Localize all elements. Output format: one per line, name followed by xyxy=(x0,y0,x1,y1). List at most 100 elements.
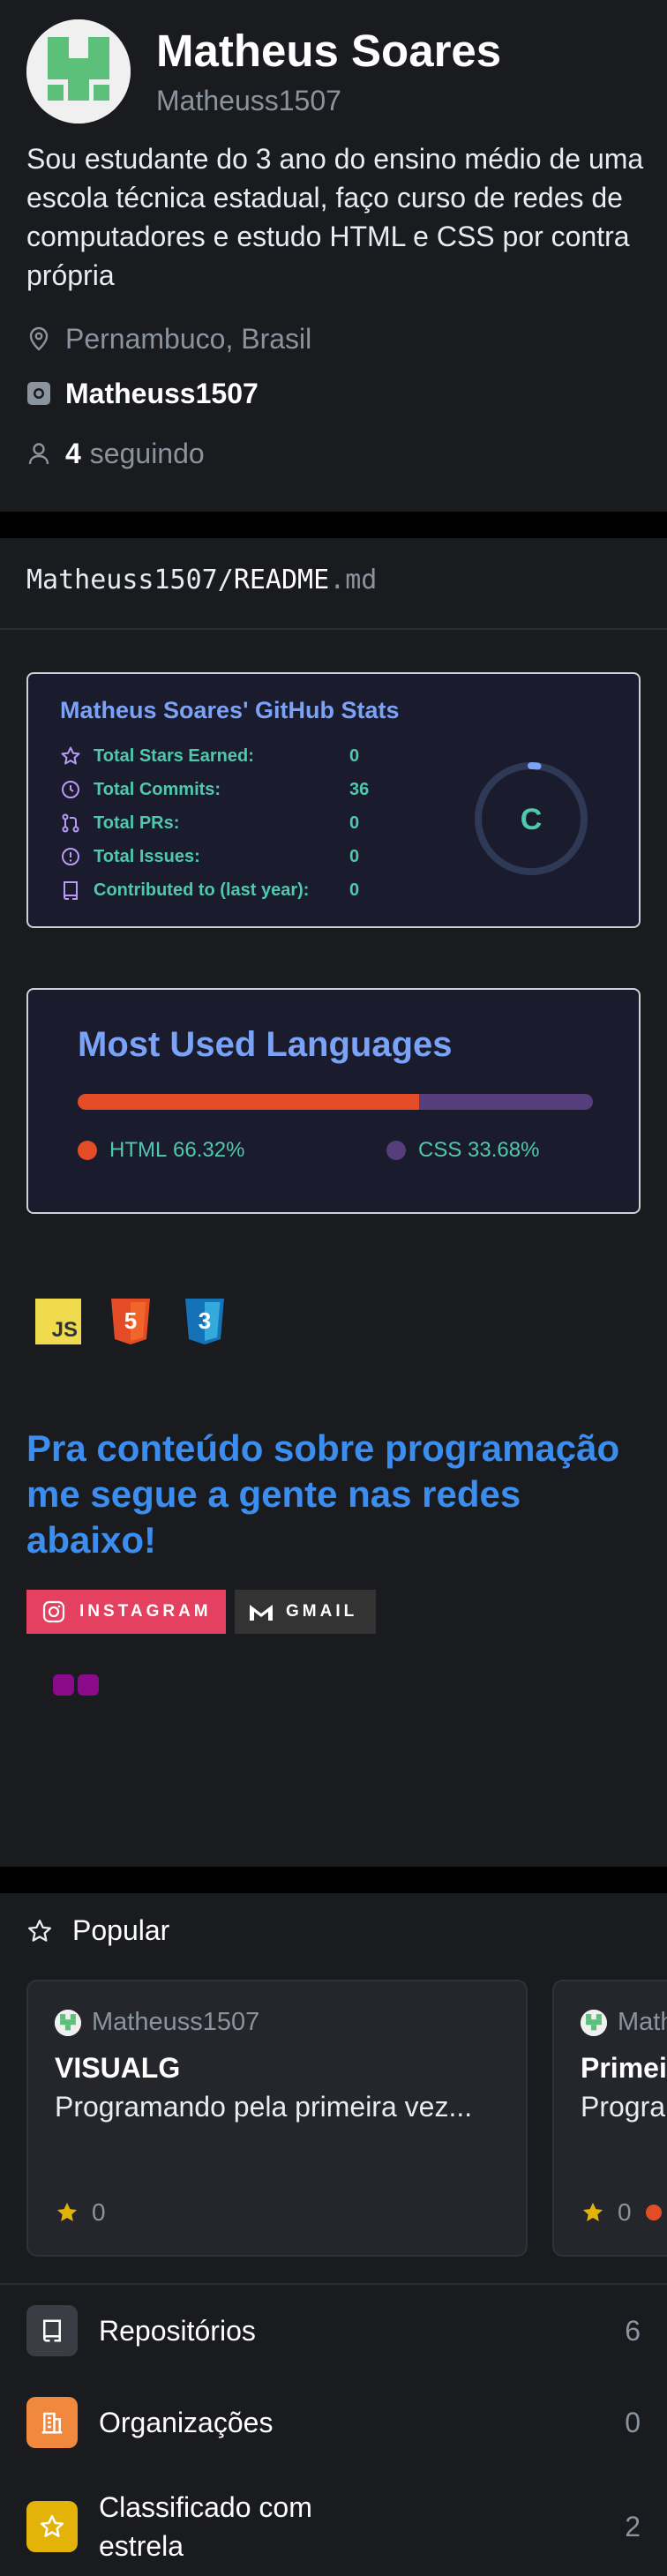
social-row[interactable]: Matheuss1507 xyxy=(26,374,259,413)
nav-label: Organizações xyxy=(99,2407,274,2438)
readme-filename: README xyxy=(233,565,330,595)
badge-label: GMAIL xyxy=(286,1602,358,1621)
gmail-icon xyxy=(250,1605,273,1621)
social-link[interactable]: Matheuss1507 xyxy=(65,378,259,410)
popular-repo-card[interactable]: Matheuss1507 Primeiro Programando 0 xyxy=(552,1980,667,2257)
following-row[interactable]: 4 seguindo xyxy=(26,434,205,473)
instagram-badge[interactable]: INSTAGRAM xyxy=(26,1590,226,1634)
readme-owner: Matheuss1507/ xyxy=(26,565,234,595)
languages-title: Most Used Languages xyxy=(78,1025,453,1064)
language-percent: 66.32% xyxy=(173,1138,245,1162)
star-icon xyxy=(26,2501,78,2552)
stat-label: Total Issues: xyxy=(94,846,200,866)
stat-label: Total Stars Earned: xyxy=(94,745,254,766)
gmail-badge[interactable]: GMAIL xyxy=(235,1590,376,1634)
language-dot xyxy=(78,1141,97,1160)
stat-row-issues: Total Issues: xyxy=(60,843,200,870)
profile-bio: Sou estudante do 3 ano do ensino médio d… xyxy=(26,143,644,291)
owner-avatar xyxy=(55,2009,81,2036)
popular-repo-card[interactable]: Matheuss1507 VISUALG Programando pela pr… xyxy=(26,1980,528,2257)
repo-icon xyxy=(26,2305,78,2356)
following-label: seguindo xyxy=(89,437,205,469)
list-divider xyxy=(0,2283,667,2285)
languages-bar xyxy=(78,1094,593,1110)
repo-stars: 0 xyxy=(581,2198,662,2227)
person-icon xyxy=(26,441,51,466)
avatar[interactable] xyxy=(26,19,131,124)
repo-owner: Matheuss1507 xyxy=(55,2008,259,2037)
repo-name: Primeiro xyxy=(581,2052,667,2084)
repo-name: VISUALG xyxy=(55,2052,181,2084)
javascript-icon: JS xyxy=(35,1299,81,1344)
readme-header-divider xyxy=(0,628,667,630)
nav-item-starred[interactable]: Classificado com estrela 2 xyxy=(26,2488,641,2565)
promo-heading: Pra conteúdo sobre programação me segue … xyxy=(26,1427,620,1561)
organization-icon xyxy=(26,2397,78,2448)
popular-heading: Popular xyxy=(26,1914,169,1947)
nav-count: 0 xyxy=(625,2406,641,2438)
following-count: 4 xyxy=(65,437,81,469)
language-item-html: HTML 66.32% xyxy=(78,1138,244,1163)
language-bar-css xyxy=(419,1094,593,1110)
rank-letter: C xyxy=(521,803,543,836)
issue-icon xyxy=(62,848,79,865)
language-name: HTML xyxy=(109,1138,168,1162)
star-filled-icon xyxy=(582,2202,603,2221)
repo-description: Programando pela primeira vez... xyxy=(55,2091,473,2123)
nav-item-repositories[interactable]: Repositórios 6 xyxy=(26,2304,641,2357)
repo-icon xyxy=(64,881,78,900)
location-icon xyxy=(26,326,51,351)
languages-card: Most Used Languages HTML 66.32% CSS 33.6… xyxy=(26,988,641,1214)
section-divider xyxy=(0,1867,667,1893)
language-item-css: CSS 33.68% xyxy=(386,1138,539,1163)
stat-row-contributed: Contributed to (last year): xyxy=(60,877,309,903)
stat-label: Contributed to (last year): xyxy=(94,880,310,900)
popular-title: Popular xyxy=(72,1914,170,1946)
stats-title: Matheus Soares' GitHub Stats xyxy=(60,697,400,723)
star-filled-icon xyxy=(56,2202,78,2221)
profile-name: Matheus Soares xyxy=(156,26,502,76)
language-percent: 33.68% xyxy=(468,1138,540,1162)
stat-value: 0 xyxy=(349,847,360,866)
repo-owner: Matheuss1507 xyxy=(581,2008,667,2037)
readme-extension: .md xyxy=(329,565,378,595)
readme-path[interactable]: Matheuss1507/README.md xyxy=(26,565,377,595)
section-divider xyxy=(0,512,667,538)
instagram-icon xyxy=(26,381,51,406)
history-icon xyxy=(62,781,79,798)
rank-ring: C xyxy=(475,762,588,875)
stat-value: 0 xyxy=(349,746,360,766)
language-bar-html xyxy=(78,1094,420,1110)
stat-label: Total Commits: xyxy=(94,779,221,799)
github-stats-card: Matheus Soares' GitHub Stats Total Stars… xyxy=(26,672,641,928)
stat-value: 0 xyxy=(349,813,360,833)
badge-label: INSTAGRAM xyxy=(79,1602,212,1621)
stat-value: 0 xyxy=(349,880,360,900)
repo-stars: 0 xyxy=(55,2198,106,2227)
star-outline-icon xyxy=(28,1919,51,1942)
nav-label: Classificado com estrela xyxy=(99,2491,312,2562)
owner-avatar xyxy=(581,2009,607,2036)
stat-value: 36 xyxy=(349,780,370,799)
profile-login: Matheuss1507 xyxy=(156,85,341,116)
location-text: Pernambuco, Brasil xyxy=(65,322,312,355)
language-dot xyxy=(386,1141,406,1160)
stat-row-stars: Total Stars Earned: xyxy=(60,743,254,769)
nav-item-organizations[interactable]: Organizações 0 xyxy=(26,2396,641,2449)
star-icon xyxy=(61,746,80,765)
location-row: Pernambuco, Brasil xyxy=(26,319,311,358)
nav-count: 2 xyxy=(625,2510,641,2542)
stat-row-commits: Total Commits: xyxy=(60,776,221,803)
stat-row-prs: Total PRs: xyxy=(60,810,179,836)
instagram-icon xyxy=(42,1600,65,1623)
nav-label: Repositórios xyxy=(99,2315,256,2347)
decorative-pixels xyxy=(53,1674,102,1696)
css3-icon: 3 xyxy=(182,1297,228,1346)
stat-label: Total PRs: xyxy=(94,812,180,833)
repo-description: Programando xyxy=(581,2091,667,2123)
language-dot xyxy=(645,2205,662,2220)
nav-count: 6 xyxy=(625,2314,641,2347)
language-name: CSS xyxy=(418,1138,462,1162)
pull-request-icon xyxy=(62,813,79,833)
html5-icon: 5 xyxy=(108,1297,154,1346)
